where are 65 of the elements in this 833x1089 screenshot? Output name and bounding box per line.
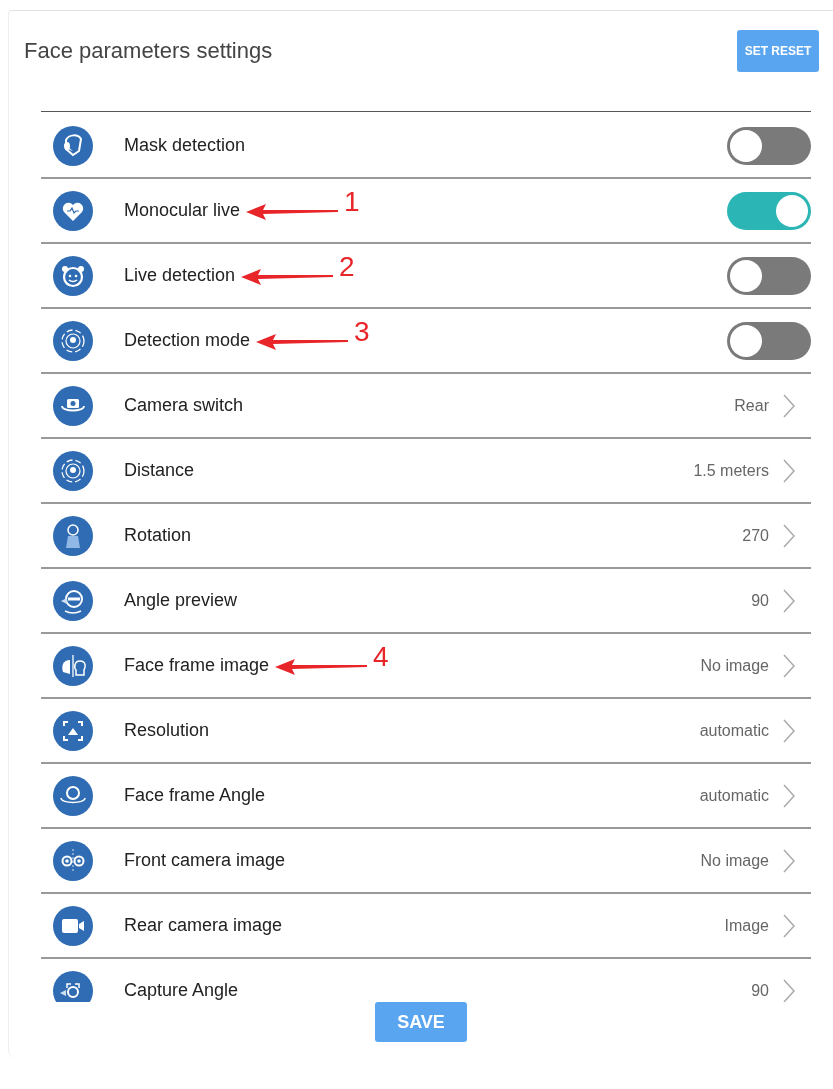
toggle-switch[interactable]	[727, 256, 811, 295]
mask-icon	[53, 125, 93, 166]
setting-row[interactable]: Face frame Angle automatic	[41, 764, 811, 829]
split-head-icon	[53, 645, 93, 686]
setting-row[interactable]: Camera switch Rear	[41, 374, 811, 439]
camera-icon	[53, 385, 93, 426]
chevron-right-icon	[783, 588, 795, 613]
setting-label: Camera switch	[124, 395, 244, 416]
setting-value: Image	[724, 916, 769, 935]
setting-row[interactable]: Mask detection	[41, 114, 811, 179]
setting-label: Distance	[124, 460, 195, 481]
setting-row[interactable]: Resolution automatic	[41, 699, 811, 764]
setting-value: Rear	[734, 396, 769, 415]
chevron-right-icon	[783, 783, 795, 808]
annotation-number: 4	[373, 643, 389, 671]
setting-label: Detection mode	[124, 330, 251, 351]
setting-label: Angle preview	[124, 590, 238, 611]
setting-label: Front camera image	[124, 850, 286, 871]
toggle-switch[interactable]	[727, 321, 811, 360]
panel-title: Face parameters settings	[24, 38, 273, 64]
setting-label: Capture Angle	[124, 980, 239, 1001]
chevron-right-icon	[783, 978, 795, 1002]
video-camera-icon	[53, 905, 93, 946]
target-icon	[53, 320, 93, 361]
chevron-right-icon	[783, 718, 795, 743]
chevron-right-icon	[783, 913, 795, 938]
setting-value: No image	[700, 851, 769, 870]
setting-label: Monocular live	[124, 200, 241, 221]
setting-row[interactable]: Angle preview 90	[41, 569, 811, 634]
setting-value: 270	[742, 526, 769, 545]
setting-row[interactable]: Distance 1.5 meters	[41, 439, 811, 504]
setting-row[interactable]: Rotation 270	[41, 504, 811, 569]
setting-row[interactable]: Face frame image 4 No image	[41, 634, 811, 699]
setting-value: 1.5 meters	[693, 461, 769, 480]
chevron-right-icon	[783, 393, 795, 418]
annotation-number: 2	[339, 253, 355, 281]
setting-row[interactable]: Monocular live 1	[41, 179, 811, 244]
chevron-right-icon	[783, 458, 795, 483]
setting-label: Live detection	[124, 265, 236, 286]
setting-label: Rotation	[124, 525, 192, 546]
frame-icon	[53, 710, 93, 751]
chevron-right-icon	[783, 653, 795, 678]
chevron-right-icon	[783, 848, 795, 873]
eyes-icon	[53, 840, 93, 881]
smiley-icon	[53, 255, 93, 296]
setting-row[interactable]: Detection mode 3	[41, 309, 811, 374]
setting-value: 90	[751, 591, 769, 610]
chevron-right-icon	[783, 523, 795, 548]
toggle-switch[interactable]	[727, 191, 811, 230]
setting-value: automatic	[699, 786, 769, 805]
setting-label: Rear camera image	[124, 915, 283, 936]
setting-value: No image	[700, 656, 769, 675]
setting-value: automatic	[699, 721, 769, 740]
annotation-number: 1	[344, 188, 360, 216]
toggle-switch[interactable]	[727, 126, 811, 165]
target-icon	[53, 450, 93, 491]
setting-label: Face frame Angle	[124, 785, 266, 806]
setting-row[interactable]: Live detection 2	[41, 244, 811, 309]
setting-row[interactable]: Rear camera image Image	[41, 894, 811, 959]
annotation-number: 3	[354, 318, 370, 346]
setting-label: Face frame image	[124, 655, 270, 676]
setting-row[interactable]: Front camera image No image	[41, 829, 811, 894]
setting-label: Resolution	[124, 720, 210, 741]
setting-value: 90	[751, 981, 769, 1000]
setting-label: Mask detection	[124, 135, 246, 156]
